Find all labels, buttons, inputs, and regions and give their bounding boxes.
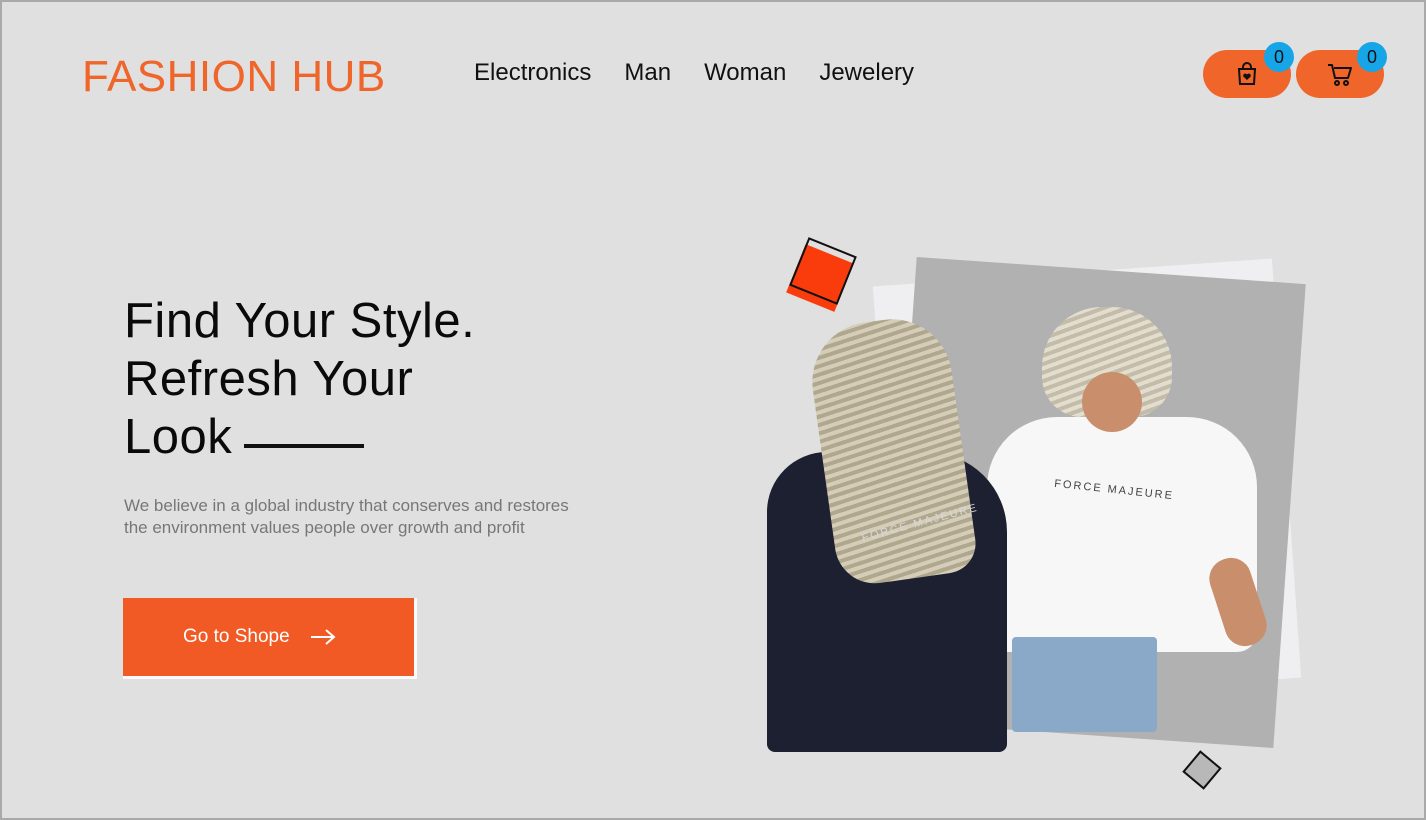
hero-description: We believe in a global industry that con… xyxy=(124,495,604,539)
hero-description-line-1: We believe in a global industry that con… xyxy=(124,496,569,515)
main-nav: Electronics Man Woman Jewelery xyxy=(474,59,914,87)
nav-item-electronics[interactable]: Electronics xyxy=(474,59,591,87)
hero-title-line-2: Refresh Your xyxy=(124,352,414,406)
shopping-bag-heart-icon xyxy=(1237,62,1257,85)
cart-button[interactable]: 0 xyxy=(1296,42,1387,98)
model-2-white-tshirt xyxy=(987,417,1257,652)
go-to-shop-button[interactable]: Go to Shope xyxy=(123,598,417,679)
nav-item-woman[interactable]: Woman xyxy=(704,59,786,87)
wishlist-button[interactable]: 0 xyxy=(1203,42,1294,98)
wishlist-count-badge: 0 xyxy=(1264,42,1294,72)
title-underline-decoration xyxy=(244,444,365,449)
hero-title-line-1: Find Your Style. xyxy=(124,294,476,348)
nav-item-jewelery[interactable]: Jewelery xyxy=(819,59,914,87)
model-2-jeans xyxy=(1012,637,1157,732)
cta-label: Go to Shope xyxy=(183,626,290,647)
hero-title: Find Your Style. Refresh Your Look xyxy=(124,292,475,466)
hero-title-line-3: Look xyxy=(124,410,233,464)
cart-count-badge: 0 xyxy=(1357,42,1387,72)
arrow-right-icon xyxy=(310,629,336,645)
shopping-cart-icon xyxy=(1328,64,1352,86)
landing-page: FASHION HUB Electronics Man Woman Jewele… xyxy=(0,0,1426,820)
hero-description-line-2: the environment values people over growt… xyxy=(124,518,525,537)
brand-logo[interactable]: FASHION HUB xyxy=(82,52,386,102)
grey-square-decoration xyxy=(1182,750,1222,790)
model-2-face xyxy=(1082,372,1142,432)
nav-item-man[interactable]: Man xyxy=(624,59,671,87)
